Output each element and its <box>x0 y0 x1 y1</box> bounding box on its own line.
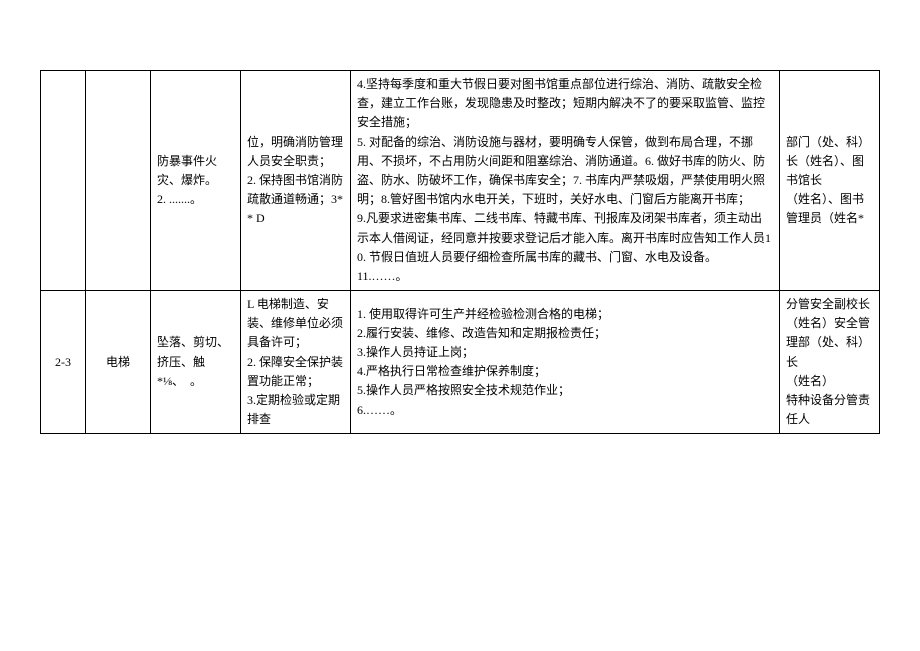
cell-resp: 分管安全副校长（姓名）安全管理部（处、科）长（姓名）特种设备分管责任人 <box>780 291 880 434</box>
cell-item: 电梯 <box>86 291 151 434</box>
cell-mgmt: 位，明确消防管理人员安全职责；2. 保持图书馆消防疏散通道畅通；3** D <box>241 71 351 291</box>
cell-id <box>41 71 86 291</box>
table-row: 防暴事件火灾、爆炸。2. .......。 位，明确消防管理人员安全职责；2. … <box>41 71 880 291</box>
cell-risk: 坠落、剪切、挤压、触*⅛、 。 <box>151 291 241 434</box>
cell-item <box>86 71 151 291</box>
cell-mgmt: L 电梯制造、安装、维修单位必须具备许可；2. 保障安全保护装置功能正常；3.定… <box>241 291 351 434</box>
cell-meas: 1. 使用取得许可生产并经检验检测合格的电梯；2.履行安装、维修、改造告知和定期… <box>351 291 780 434</box>
cell-resp: 部门（处、科）长（姓名）、图书馆长（姓名）、图书管理员（姓名* <box>780 71 880 291</box>
cell-risk: 防暴事件火灾、爆炸。2. .......。 <box>151 71 241 291</box>
table-row: 2-3 电梯 坠落、剪切、挤压、触*⅛、 。 L 电梯制造、安装、维修单位必须具… <box>41 291 880 434</box>
cell-meas: 4.坚持每季度和重大节假日要对图书馆重点部位进行综治、消防、疏散安全检查，建立工… <box>351 71 780 291</box>
safety-table: 防暴事件火灾、爆炸。2. .......。 位，明确消防管理人员安全职责；2. … <box>40 70 880 434</box>
cell-id: 2-3 <box>41 291 86 434</box>
